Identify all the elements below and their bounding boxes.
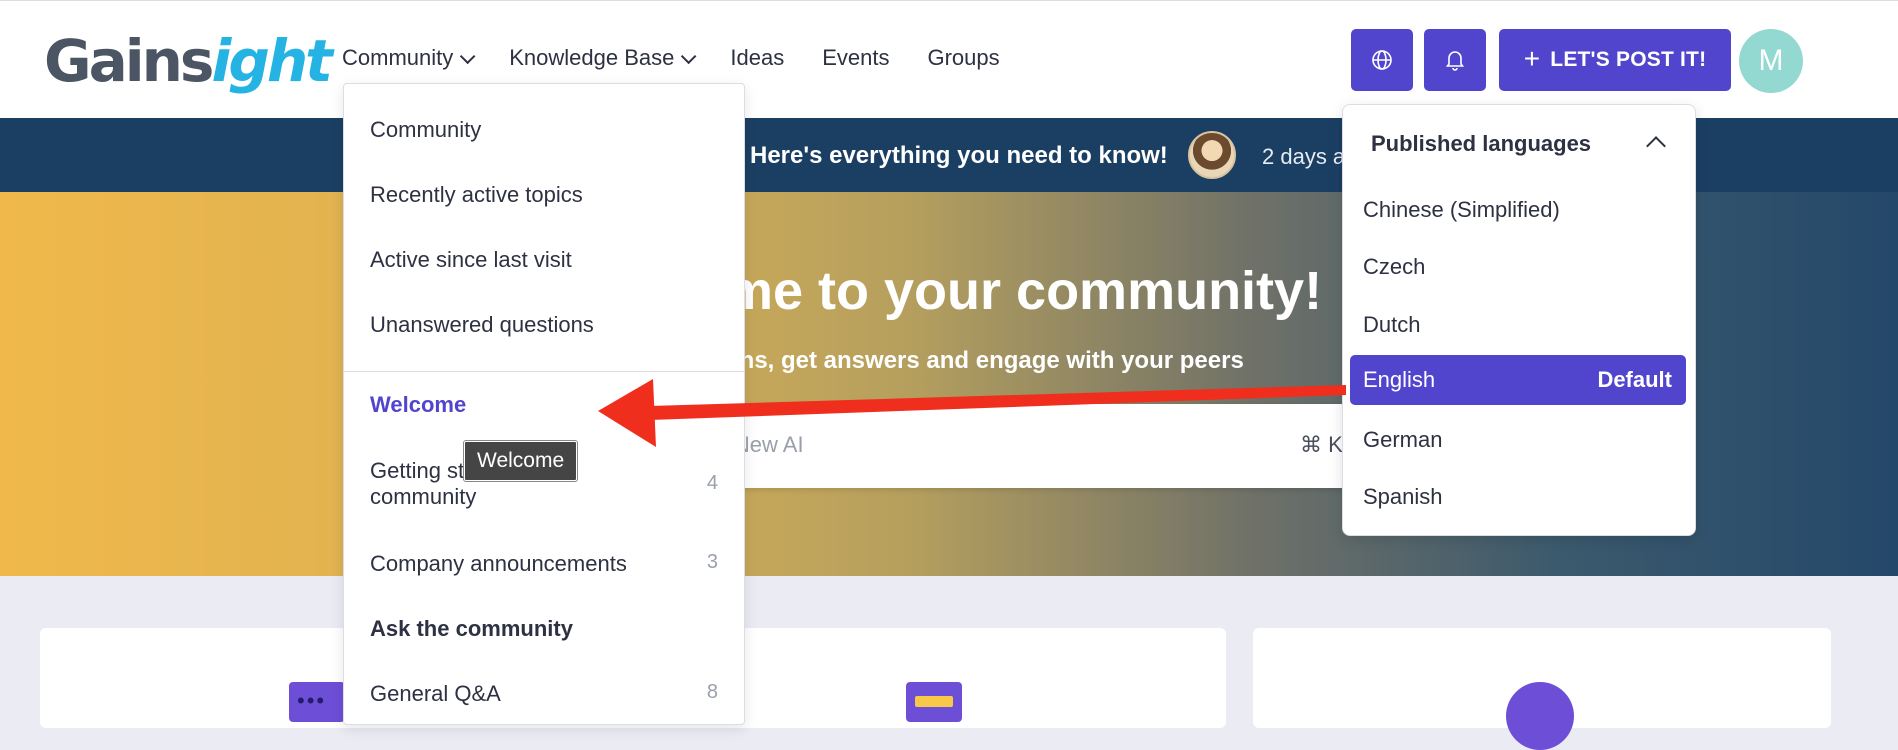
notifications-button[interactable]: [1424, 29, 1486, 91]
nav-ideas[interactable]: Ideas: [730, 45, 784, 71]
circle-icon: [1506, 682, 1574, 750]
menu-item-unanswered-questions[interactable]: Unanswered questions: [370, 312, 594, 338]
search-shortcut-hint: ⌘ K: [1300, 432, 1343, 457]
language-name: English: [1363, 367, 1436, 392]
hero-title: me to your community!: [725, 261, 1323, 321]
chat-icon: •••: [289, 682, 345, 722]
chevron-down-icon: [681, 48, 697, 64]
globe-icon: [1372, 50, 1392, 70]
nav-community[interactable]: Community: [342, 45, 476, 71]
hero-subtitle: ons, get answers and engage with your pe…: [725, 347, 1244, 374]
menu-divider: [344, 371, 744, 372]
card-icon: [906, 682, 962, 722]
nav-knowledge-base-label: Knowledge Base: [509, 45, 675, 70]
logo-text-part1: Gains: [44, 27, 214, 95]
language-option-english-selected[interactable]: English Default: [1350, 355, 1686, 405]
category-label: Getting st: [370, 458, 465, 483]
nav-events[interactable]: Events: [822, 45, 889, 71]
category-label-line2: community: [370, 484, 477, 509]
language-option-german[interactable]: German: [1363, 427, 1442, 453]
menu-category-welcome[interactable]: Welcome: [370, 392, 466, 418]
nav-community-label: Community: [342, 45, 454, 70]
chevron-down-icon: [460, 48, 476, 64]
default-badge: Default: [1597, 367, 1672, 392]
welcome-tooltip: Welcome: [462, 440, 579, 482]
community-dropdown-menu: Community Recently active topics Active …: [343, 83, 745, 725]
menu-category-general-qa[interactable]: General Q&A: [370, 681, 501, 707]
menu-category-getting-started[interactable]: Getting st community: [370, 458, 476, 510]
announcement-time: 2 days a: [1262, 144, 1346, 169]
plus-icon: +: [1523, 42, 1541, 74]
nav-knowledge-base[interactable]: Knowledge Base: [509, 45, 697, 71]
menu-item-active-since-last-visit[interactable]: Active since last visit: [370, 247, 572, 273]
language-option-spanish[interactable]: Spanish: [1363, 484, 1443, 510]
chevron-up-icon[interactable]: [1646, 136, 1666, 156]
nav-groups-label: Groups: [927, 45, 1000, 70]
language-dropdown-header: Published languages: [1371, 131, 1592, 156]
bell-icon: [1445, 51, 1465, 71]
language-button[interactable]: [1351, 29, 1413, 91]
user-avatar[interactable]: M: [1739, 29, 1803, 93]
category-count: 8: [706, 681, 718, 703]
category-count: 3: [706, 551, 718, 573]
nav-events-label: Events: [822, 45, 890, 70]
top-header: Gains ight Community Knowledge Base Ideas…: [0, 0, 1898, 118]
nav-ideas-label: Ideas: [730, 45, 785, 70]
main-nav: Community Knowledge Base Ideas Events Gr…: [342, 45, 1038, 71]
language-option-czech[interactable]: Czech: [1363, 254, 1425, 280]
logo-text-part2: ight: [211, 27, 332, 95]
announcement-title[interactable]: Here's everything you need to know!: [750, 142, 1168, 170]
menu-item-community[interactable]: Community: [370, 117, 481, 143]
post-button-label: LET'S POST IT!: [1550, 48, 1707, 71]
menu-item-recently-active[interactable]: Recently active topics: [370, 182, 583, 208]
menu-category-company-announcements[interactable]: Company announcements: [370, 551, 627, 577]
category-count: 4: [706, 472, 718, 494]
nav-groups[interactable]: Groups: [927, 45, 999, 71]
avatar-initial: M: [1758, 44, 1784, 77]
announcement-author-avatar: [1188, 131, 1236, 179]
gainsight-logo[interactable]: Gains ight: [44, 27, 333, 95]
language-option-dutch[interactable]: Dutch: [1363, 312, 1420, 338]
language-option-chinese[interactable]: Chinese (Simplified): [1363, 197, 1560, 223]
menu-category-ask-the-community[interactable]: Ask the community: [370, 616, 573, 642]
lets-post-it-button[interactable]: + LET'S POST IT!: [1499, 29, 1731, 91]
content-card[interactable]: [1253, 628, 1831, 750]
language-dropdown: Published languages Chinese (Simplified)…: [1342, 104, 1696, 536]
